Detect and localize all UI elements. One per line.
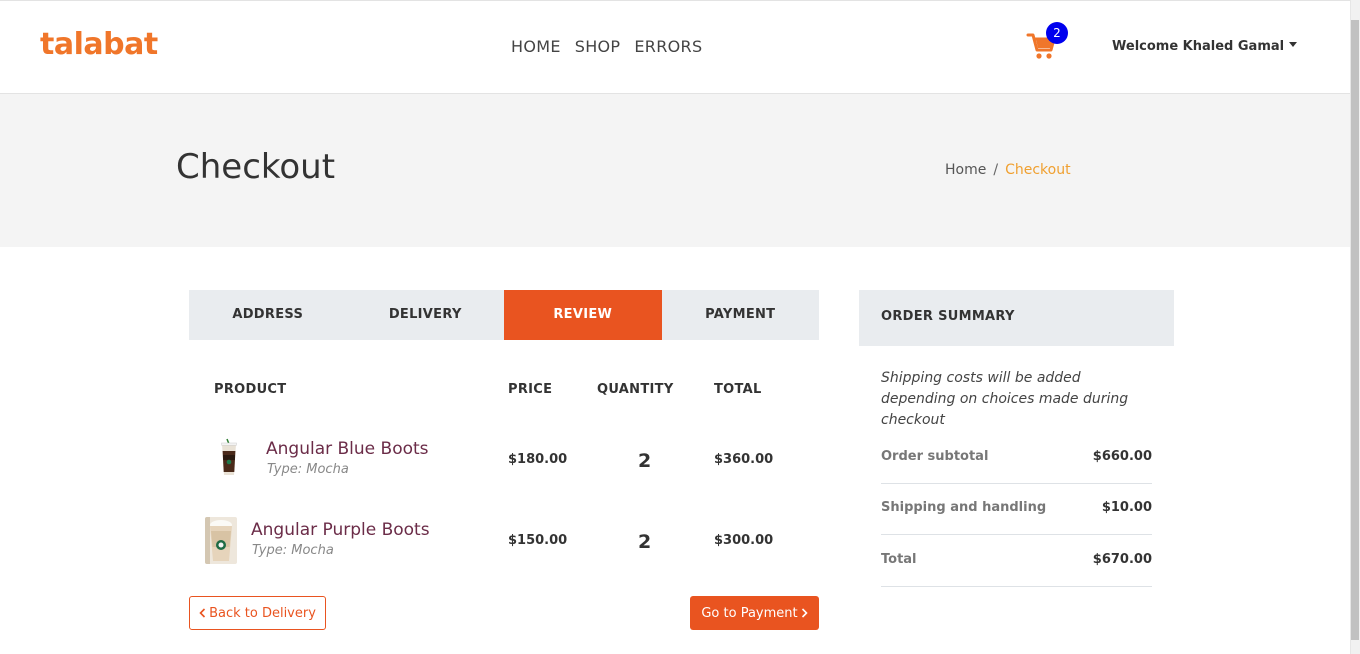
- product-name[interactable]: Angular Blue Boots: [266, 439, 429, 459]
- go-to-payment-button[interactable]: Go to Payment: [690, 596, 819, 630]
- product-total: $360.00: [714, 452, 774, 467]
- page-scrollbar[interactable]: [1350, 0, 1360, 654]
- nav-link-errors[interactable]: ERRORS: [634, 37, 702, 56]
- order-summary-header: ORDER SUMMARY: [859, 290, 1174, 346]
- chevron-left-icon: [199, 608, 206, 618]
- summary-value: $670.00: [1092, 552, 1152, 567]
- checkout-steps: ADDRESS DELIVERY REVIEW PAYMENT: [189, 290, 819, 340]
- column-header-price: PRICE: [508, 382, 553, 397]
- product-image[interactable]: [216, 438, 242, 478]
- page-header: Checkout Home / Checkout: [0, 94, 1350, 247]
- shipping-note: Shipping costs will be added depending o…: [881, 370, 1129, 428]
- top-navbar: talabat HOME SHOP ERRORS 2 Welcome Khale…: [0, 0, 1350, 94]
- back-to-delivery-button[interactable]: Back to Delivery: [189, 596, 326, 630]
- summary-value: $10.00: [1101, 500, 1152, 515]
- summary-row-total: Total $670.00: [881, 535, 1152, 587]
- next-button-label: Go to Payment: [701, 605, 798, 621]
- product-price: $150.00: [508, 533, 568, 548]
- summary-label: Order subtotal: [881, 449, 989, 464]
- order-summary-title: ORDER SUMMARY: [881, 309, 1015, 324]
- product-price: $180.00: [508, 452, 568, 467]
- product-name[interactable]: Angular Purple Boots: [251, 520, 430, 540]
- breadcrumb-separator: /: [993, 162, 999, 178]
- scrollbar-thumb[interactable]: [1351, 20, 1359, 640]
- nav-link-home[interactable]: HOME: [511, 37, 561, 56]
- column-header-quantity: QUANTITY: [597, 382, 674, 397]
- caret-down-icon: [1289, 42, 1298, 47]
- product-quantity: 2: [638, 531, 652, 553]
- brand-logo[interactable]: talabat: [40, 27, 158, 62]
- column-header-total: TOTAL: [714, 382, 762, 397]
- step-delivery[interactable]: DELIVERY: [347, 290, 505, 340]
- summary-row-shipping: Shipping and handling $10.00: [881, 484, 1152, 535]
- back-button-label: Back to Delivery: [209, 605, 316, 621]
- breadcrumb-current: Checkout: [1005, 162, 1071, 178]
- product-total: $300.00: [714, 533, 774, 548]
- product-type: Type: Mocha: [252, 543, 334, 558]
- page-title: Checkout: [176, 147, 336, 187]
- step-review[interactable]: REVIEW: [504, 290, 662, 340]
- nav-link-shop[interactable]: SHOP: [575, 37, 621, 56]
- summary-label: Total: [881, 552, 917, 567]
- step-address[interactable]: ADDRESS: [189, 290, 347, 340]
- step-payment[interactable]: PAYMENT: [662, 290, 820, 340]
- cart-count-badge: 2: [1046, 22, 1068, 44]
- breadcrumb: Home / Checkout: [945, 162, 1071, 178]
- product-quantity: 2: [638, 450, 652, 472]
- summary-value: $660.00: [1092, 449, 1152, 464]
- column-header-product: PRODUCT: [214, 382, 287, 397]
- breadcrumb-home[interactable]: Home: [945, 162, 986, 178]
- summary-row-subtotal: Order subtotal $660.00: [881, 432, 1152, 484]
- main-nav: HOME SHOP ERRORS: [511, 37, 702, 56]
- summary-label: Shipping and handling: [881, 500, 1047, 515]
- product-image[interactable]: [205, 517, 237, 564]
- welcome-text: Welcome Khaled Gamal: [1112, 39, 1285, 54]
- product-type: Type: Mocha: [267, 462, 349, 477]
- user-menu-toggle[interactable]: Welcome Khaled Gamal: [1112, 39, 1298, 54]
- chevron-right-icon: [801, 608, 808, 618]
